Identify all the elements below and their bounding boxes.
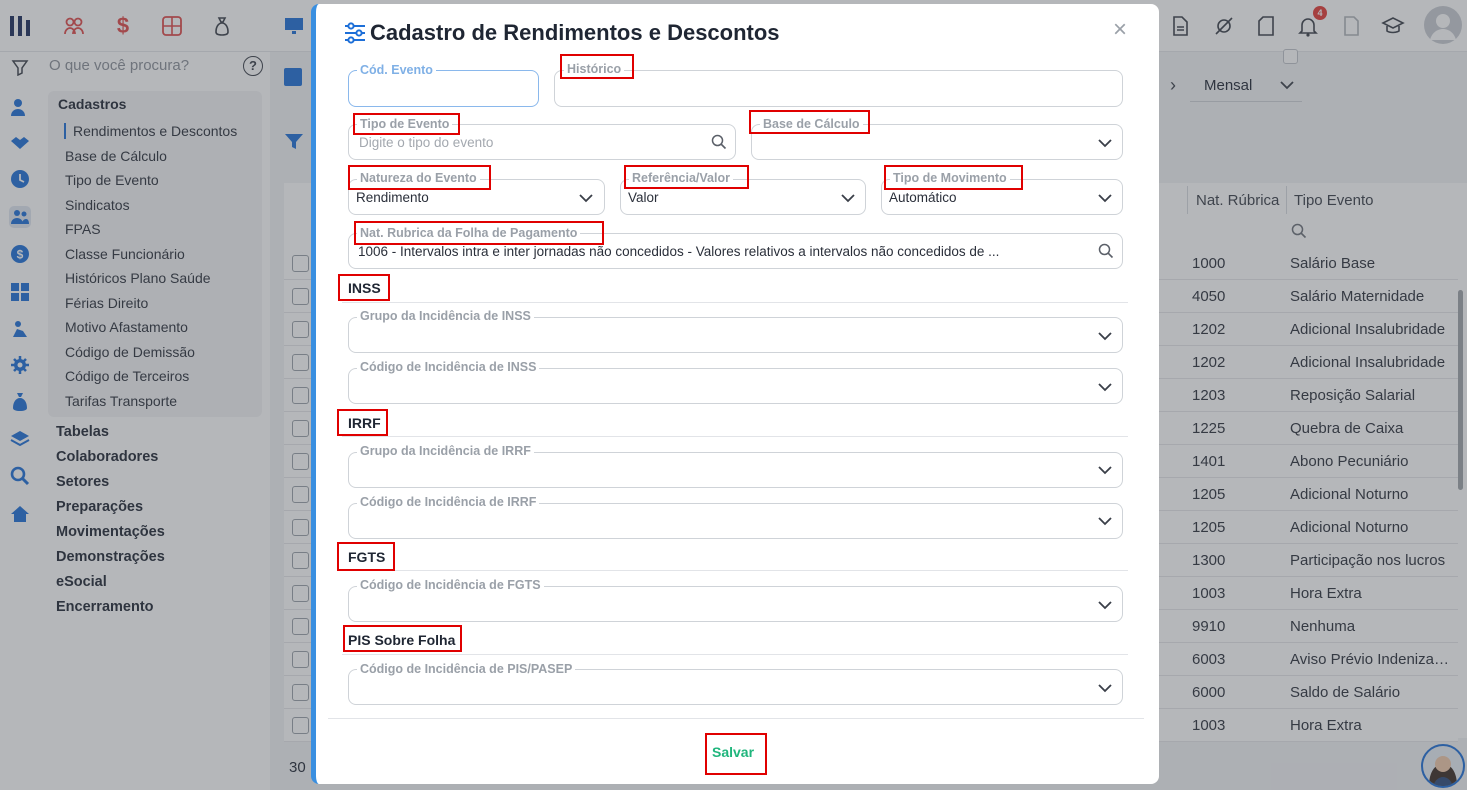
codigo-irrf-chevron-down-icon — [1098, 517, 1112, 526]
section-pis-divider — [342, 654, 1128, 655]
codigo-incidencia-pis-label: Código de Incidência de PIS/PASEP — [357, 662, 576, 676]
section-fgts-divider — [342, 570, 1128, 571]
codigo-incidencia-fgts-label: Código de Incidência de FGTS — [357, 578, 544, 592]
tipo-evento-search-icon[interactable] — [711, 134, 727, 155]
natureza-evento-value: Rendimento — [356, 190, 429, 205]
highlight-box — [338, 274, 390, 301]
grupo-incidencia-irrf-label: Grupo da Incidência de IRRF — [357, 444, 534, 458]
codigo-fgts-chevron-down-icon — [1098, 601, 1112, 610]
referencia-valor-value: Valor — [628, 190, 659, 205]
section-irrf-divider — [342, 436, 1128, 437]
historico-input[interactable] — [554, 70, 1123, 107]
highlight-box — [337, 542, 395, 571]
codigo-inss-chevron-down-icon — [1098, 383, 1112, 392]
highlight-box — [348, 165, 491, 190]
highlight-box — [749, 110, 870, 134]
referencia-chevron-down-icon — [841, 194, 855, 203]
grupo-irrf-chevron-down-icon — [1098, 466, 1112, 475]
modal-title: Cadastro de Rendimentos e Descontos — [370, 20, 780, 45]
highlight-box — [353, 113, 460, 135]
tipo-movimento-value: Automático — [889, 190, 957, 205]
nat-rubrica-value: 1006 - Intervalos intra e inter jornadas… — [358, 244, 1000, 259]
highlight-box — [884, 165, 1023, 190]
footer-divider — [328, 718, 1144, 719]
base-calculo-chevron-down-icon — [1098, 139, 1112, 148]
highlight-box — [624, 165, 749, 189]
highlight-box — [560, 54, 634, 79]
natureza-chevron-down-icon — [579, 194, 593, 203]
codigo-pis-chevron-down-icon — [1098, 684, 1112, 693]
highlight-box — [705, 733, 767, 775]
nat-rubrica-search-icon[interactable] — [1098, 243, 1114, 264]
close-icon[interactable]: × — [1110, 18, 1130, 42]
tipo-evento-placeholder: Digite o tipo do evento — [359, 135, 494, 150]
highlight-box — [343, 625, 462, 652]
codigo-incidencia-irrf-label: Código de Incidência de IRRF — [357, 495, 540, 509]
cod-evento-label: Cód. Evento — [357, 63, 436, 77]
tipo-movimento-chevron-down-icon — [1098, 194, 1112, 203]
settings-sliders-icon — [343, 22, 367, 49]
grupo-inss-chevron-down-icon — [1098, 332, 1112, 341]
highlight-box — [337, 409, 388, 436]
codigo-incidencia-inss-label: Código de Incidência de INSS — [357, 360, 540, 374]
section-inss-divider — [342, 302, 1128, 303]
grupo-incidencia-inss-label: Grupo da Incidência de INSS — [357, 309, 534, 323]
highlight-box — [354, 221, 604, 245]
